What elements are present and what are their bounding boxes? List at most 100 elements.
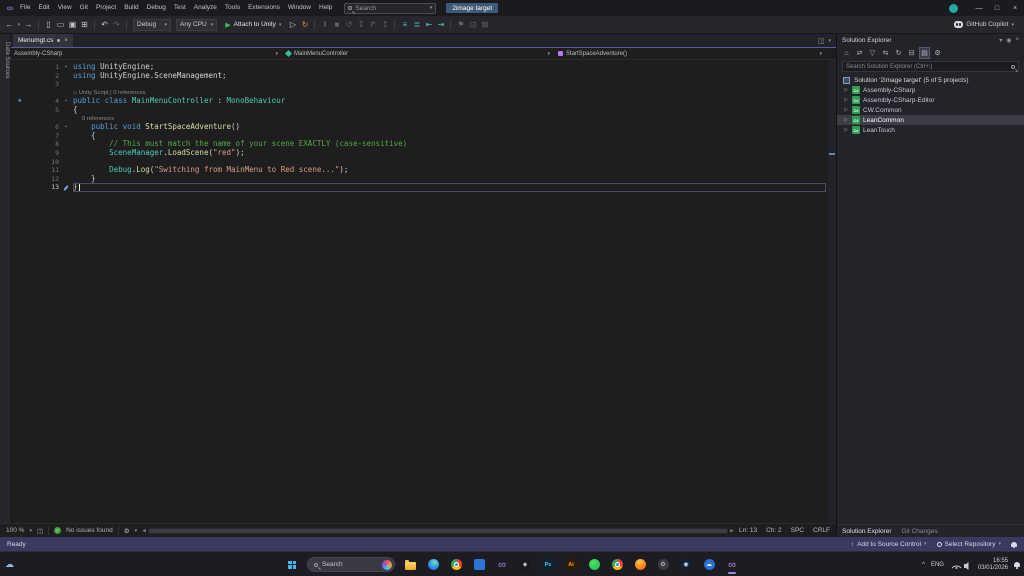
stop-debugging-icon[interactable]: ■ — [331, 18, 342, 31]
panel-tab-git-changes[interactable]: Git Changes — [902, 528, 938, 535]
fold-marker[interactable]: ▾ — [59, 123, 73, 132]
show-all-files-icon[interactable]: ▤ — [920, 48, 929, 58]
close-tab-icon[interactable]: × — [64, 38, 68, 44]
expand-chevron-icon[interactable]: ▷ — [843, 87, 849, 93]
solution-platforms-dropdown[interactable]: Any CPU▾ — [176, 19, 217, 31]
attach-to-unity-button[interactable]: ▶Attach to Unity▾ — [220, 21, 286, 29]
select-repository-button[interactable]: Select Repository ▾ — [937, 541, 1001, 548]
steam-icon[interactable]: ◉ — [678, 556, 694, 574]
menu-help[interactable]: Help — [315, 0, 336, 16]
chevron-down-icon[interactable]: ▾ — [16, 18, 22, 31]
solution-configurations-dropdown[interactable]: Debug▾ — [133, 19, 171, 31]
show-hidden-icons-chevron[interactable]: ^ — [922, 562, 925, 568]
break-all-icon[interactable]: ‖ — [319, 18, 330, 31]
menu-test[interactable]: Test — [170, 0, 190, 16]
code-text[interactable]: using UnityEngine.SceneManagement; — [73, 72, 826, 81]
tree-item-assembly-csharp[interactable]: ▷C#Assembly-CSharp — [837, 85, 1024, 95]
settings-gear-icon[interactable]: ⚙ — [655, 556, 671, 574]
whatsapp-icon[interactable] — [586, 556, 602, 574]
filter-icon[interactable]: ▽ — [868, 48, 877, 58]
step-into-icon[interactable]: ↧ — [355, 18, 366, 31]
codelens-text[interactable]: 0 references — [82, 116, 114, 122]
add-to-source-control-button[interactable]: ↑ Add to Source Control ▾ — [851, 541, 927, 548]
find-in-files-icon[interactable]: ≡ — [399, 18, 410, 31]
onedrive-icon[interactable]: ☁ — [701, 556, 717, 574]
code-text[interactable] — [73, 80, 826, 89]
tab-menumgt-cs[interactable]: Menumgt.cs × — [13, 34, 73, 47]
sync-with-active-document-icon[interactable]: ⇆ — [881, 48, 890, 58]
split-window-icon[interactable]: ◫ — [818, 37, 825, 45]
maximize-button[interactable]: □ — [988, 0, 1006, 16]
redo-icon[interactable]: ↷ — [111, 18, 122, 31]
visual-studio-icon[interactable]: ∞ — [494, 556, 510, 574]
vscode-icon[interactable] — [471, 556, 487, 574]
edge-icon[interactable] — [425, 556, 441, 574]
fold-marker[interactable]: ▾ — [59, 63, 73, 72]
scrollbar-thumb[interactable] — [149, 529, 727, 533]
widgets-button[interactable]: ☁ — [5, 552, 14, 576]
tree-item-assembly-csharp-editor[interactable]: ▷C#Assembly-CSharp-Editor — [837, 95, 1024, 105]
member-dropdown[interactable]: StartSpaceAdventure() ▾ — [558, 51, 830, 57]
panel-tab-solution-explorer[interactable]: Solution Explorer — [842, 528, 892, 535]
menu-project[interactable]: Project — [92, 0, 120, 16]
tree-item-leantouch[interactable]: ▷C#LeanTouch — [837, 125, 1024, 135]
account-avatar[interactable] — [949, 4, 958, 13]
scroll-left-icon[interactable]: ◀ — [142, 528, 146, 534]
new-file-icon[interactable]: ▯ — [43, 18, 54, 31]
code-text[interactable]: } — [73, 183, 826, 192]
notifications-bell-icon[interactable] — [1011, 542, 1017, 547]
code-cleanup-icon[interactable]: ⚙ — [124, 527, 130, 535]
fold-marker[interactable]: ▾ — [59, 97, 73, 106]
comment-selection-icon[interactable]: ⊡ — [467, 18, 478, 31]
code-text[interactable]: SceneManager.LoadScene("red"); — [73, 149, 826, 158]
github-copilot-button[interactable]: GitHub Copilot ▾ — [954, 21, 1020, 28]
bookmark-icon[interactable]: ⚑ — [455, 18, 466, 31]
photoshop-icon[interactable]: Ps — [540, 556, 556, 574]
decrease-indent-icon[interactable]: ⇤ — [423, 18, 434, 31]
uncomment-selection-icon[interactable]: ⊠ — [479, 18, 490, 31]
menu-analyze[interactable]: Analyze — [190, 0, 221, 16]
line-indicator[interactable]: Ln: 13 — [739, 527, 757, 534]
home-icon[interactable]: ⌂ — [842, 48, 851, 58]
menu-debug[interactable]: Debug — [143, 0, 170, 16]
illustrator-icon[interactable]: Ai — [563, 556, 579, 574]
hot-reload-icon[interactable]: ↻ — [299, 18, 310, 31]
type-dropdown[interactable]: MainMenuController ▾ — [286, 51, 558, 57]
language-indicator[interactable]: ENG — [931, 562, 944, 568]
pin-icon[interactable] — [57, 39, 60, 42]
open-file-icon[interactable]: ▭ — [55, 18, 66, 31]
properties-icon[interactable]: ⚙ — [933, 48, 942, 58]
expand-chevron-icon[interactable]: ▷ — [843, 97, 849, 103]
horizontal-scrollbar[interactable]: ◀ ▶ — [142, 528, 734, 534]
menu-build[interactable]: Build — [120, 0, 142, 16]
menu-tools[interactable]: Tools — [221, 0, 244, 16]
code-text[interactable]: Debug.Log("Switching from MainMenu to Re… — [73, 166, 826, 175]
visual-studio-running-icon[interactable]: ∞ — [724, 556, 740, 574]
taskbar-search[interactable]: Search — [307, 557, 395, 572]
save-icon[interactable]: ▣ — [67, 18, 78, 31]
expand-chevron-icon[interactable]: ▷ — [843, 117, 849, 123]
unity-icon[interactable]: ◈ — [517, 556, 533, 574]
project-dropdown[interactable]: Assembly-CSharp ▾ — [14, 51, 286, 57]
unity-message-icon[interactable]: ◈ — [18, 97, 22, 106]
step-over-icon[interactable]: ↱ — [367, 18, 378, 31]
code-text[interactable]: } — [73, 175, 826, 184]
indent-mode-indicator[interactable]: SPC — [791, 527, 804, 534]
data-sources-tab[interactable]: Data Sources — [0, 34, 11, 523]
restart-icon[interactable]: ↺ — [343, 18, 354, 31]
chrome-profile-icon[interactable] — [609, 556, 625, 574]
code-editor[interactable]: 1▾using UnityEngine;2using UnityEngine.S… — [0, 60, 836, 523]
codelens-text[interactable]: Unity Script | 0 references — [79, 90, 146, 96]
tree-item-solution[interactable]: Solution '2image target' (5 of 5 project… — [837, 75, 1024, 85]
tree-item-leancommon[interactable]: ▷C#LeanCommon — [837, 115, 1024, 125]
tree-item-cw.common[interactable]: ▷C#CW.Common — [837, 105, 1024, 115]
start-button[interactable] — [284, 556, 300, 574]
expand-chevron-icon[interactable]: ▷ — [843, 127, 849, 133]
code-text[interactable]: public class MainMenuController : MonoBe… — [73, 97, 826, 106]
menu-edit[interactable]: Edit — [34, 0, 53, 16]
step-out-icon[interactable]: ↥ — [379, 18, 390, 31]
increase-indent-icon[interactable]: ⇥ — [435, 18, 446, 31]
navigate-backward-icon[interactable]: ← — [4, 18, 15, 31]
document-outline-icon[interactable]: ◫ — [37, 527, 43, 535]
chrome-icon[interactable] — [448, 556, 464, 574]
